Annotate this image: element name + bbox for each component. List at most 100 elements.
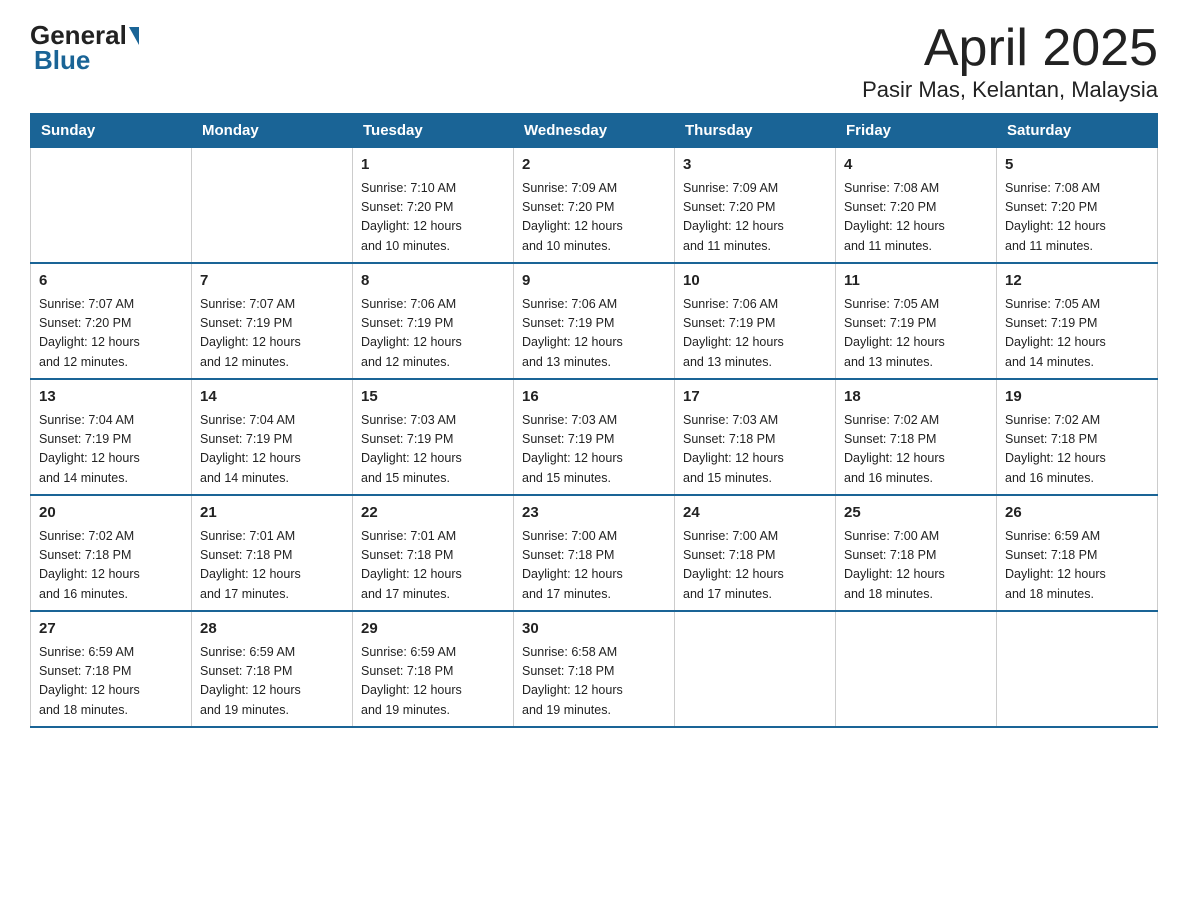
table-row: 26Sunrise: 6:59 AM Sunset: 7:18 PM Dayli… [997, 495, 1158, 611]
table-row: 2Sunrise: 7:09 AM Sunset: 7:20 PM Daylig… [514, 148, 675, 264]
day-info: Sunrise: 7:05 AM Sunset: 7:19 PM Dayligh… [1005, 295, 1149, 373]
day-number: 7 [200, 270, 344, 293]
day-info: Sunrise: 7:03 AM Sunset: 7:19 PM Dayligh… [522, 411, 666, 489]
day-info: Sunrise: 7:03 AM Sunset: 7:19 PM Dayligh… [361, 411, 505, 489]
calendar-week-row: 1Sunrise: 7:10 AM Sunset: 7:20 PM Daylig… [31, 148, 1158, 264]
table-row: 22Sunrise: 7:01 AM Sunset: 7:18 PM Dayli… [353, 495, 514, 611]
day-number: 20 [39, 502, 183, 525]
table-row: 1Sunrise: 7:10 AM Sunset: 7:20 PM Daylig… [353, 148, 514, 264]
col-friday: Friday [836, 114, 997, 148]
day-info: Sunrise: 7:06 AM Sunset: 7:19 PM Dayligh… [361, 295, 505, 373]
day-number: 30 [522, 618, 666, 641]
table-row: 24Sunrise: 7:00 AM Sunset: 7:18 PM Dayli… [675, 495, 836, 611]
day-number: 17 [683, 386, 827, 409]
table-row: 15Sunrise: 7:03 AM Sunset: 7:19 PM Dayli… [353, 379, 514, 495]
table-row [997, 611, 1158, 727]
table-row: 3Sunrise: 7:09 AM Sunset: 7:20 PM Daylig… [675, 148, 836, 264]
table-row: 13Sunrise: 7:04 AM Sunset: 7:19 PM Dayli… [31, 379, 192, 495]
table-row: 20Sunrise: 7:02 AM Sunset: 7:18 PM Dayli… [31, 495, 192, 611]
day-info: Sunrise: 7:08 AM Sunset: 7:20 PM Dayligh… [844, 179, 988, 257]
day-number: 2 [522, 154, 666, 177]
table-row: 8Sunrise: 7:06 AM Sunset: 7:19 PM Daylig… [353, 263, 514, 379]
logo-triangle-icon [129, 27, 139, 45]
calendar-week-row: 13Sunrise: 7:04 AM Sunset: 7:19 PM Dayli… [31, 379, 1158, 495]
day-info: Sunrise: 7:01 AM Sunset: 7:18 PM Dayligh… [361, 527, 505, 605]
day-number: 28 [200, 618, 344, 641]
day-number: 13 [39, 386, 183, 409]
day-number: 8 [361, 270, 505, 293]
table-row: 28Sunrise: 6:59 AM Sunset: 7:18 PM Dayli… [192, 611, 353, 727]
day-number: 16 [522, 386, 666, 409]
logo-blue-text: Blue [34, 45, 90, 76]
day-info: Sunrise: 7:02 AM Sunset: 7:18 PM Dayligh… [1005, 411, 1149, 489]
table-row [192, 148, 353, 264]
col-monday: Monday [192, 114, 353, 148]
day-number: 14 [200, 386, 344, 409]
day-info: Sunrise: 7:00 AM Sunset: 7:18 PM Dayligh… [683, 527, 827, 605]
calendar-week-row: 27 Sunrise: 6:59 AM Sunset: 7:18 PM Dayli… [31, 611, 1158, 727]
table-row: 19Sunrise: 7:02 AM Sunset: 7:18 PM Dayli… [997, 379, 1158, 495]
day-info: Sunrise: 6:59 AM Sunset: 7:18 PM Dayligh… [200, 643, 344, 721]
day-number: 4 [844, 154, 988, 177]
day-info: Sunrise: 7:02 AM Sunset: 7:18 PM Dayligh… [39, 527, 183, 605]
col-thursday: Thursday [675, 114, 836, 148]
day-info: Sunrise: 7:02 AM Sunset: 7:18 PM Dayligh… [844, 411, 988, 489]
calendar-week-row: 6Sunrise: 7:07 AM Sunset: 7:20 PM Daylig… [31, 263, 1158, 379]
table-row: 9Sunrise: 7:06 AM Sunset: 7:19 PM Daylig… [514, 263, 675, 379]
table-row: 25Sunrise: 7:00 AM Sunset: 7:18 PM Dayli… [836, 495, 997, 611]
day-info: Sunrise: 7:08 AM Sunset: 7:20 PM Dayligh… [1005, 179, 1149, 257]
day-number: 19 [1005, 386, 1149, 409]
col-sunday: Sunday [31, 114, 192, 148]
col-tuesday: Tuesday [353, 114, 514, 148]
table-row: 18Sunrise: 7:02 AM Sunset: 7:18 PM Dayli… [836, 379, 997, 495]
page-header: General Blue April 2025 Pasir Mas, Kelan… [30, 20, 1158, 103]
day-info: Sunrise: 7:00 AM Sunset: 7:18 PM Dayligh… [844, 527, 988, 605]
table-row: 17Sunrise: 7:03 AM Sunset: 7:18 PM Dayli… [675, 379, 836, 495]
table-row: 4Sunrise: 7:08 AM Sunset: 7:20 PM Daylig… [836, 148, 997, 264]
table-row: 27Sunrise: 6:59 AM Sunset: 7:18 PM Dayli… [31, 611, 192, 727]
table-row: 12Sunrise: 7:05 AM Sunset: 7:19 PM Dayli… [997, 263, 1158, 379]
day-number: 25 [844, 502, 988, 525]
col-wednesday: Wednesday [514, 114, 675, 148]
day-number: 15 [361, 386, 505, 409]
table-row: 14Sunrise: 7:04 AM Sunset: 7:19 PM Dayli… [192, 379, 353, 495]
day-number: 21 [200, 502, 344, 525]
day-number: 27 [39, 618, 183, 641]
day-number: 1 [361, 154, 505, 177]
table-row: 10Sunrise: 7:06 AM Sunset: 7:19 PM Dayli… [675, 263, 836, 379]
day-info: Sunrise: 6:59 AM Sunset: 7:18 PM Dayligh… [1005, 527, 1149, 605]
day-info: Sunrise: 7:06 AM Sunset: 7:19 PM Dayligh… [522, 295, 666, 373]
day-info: Sunrise: 7:09 AM Sunset: 7:20 PM Dayligh… [522, 179, 666, 257]
day-info: Sunrise: 7:10 AM Sunset: 7:20 PM Dayligh… [361, 179, 505, 257]
day-info: Sunrise: 7:05 AM Sunset: 7:19 PM Dayligh… [844, 295, 988, 373]
table-row: 6Sunrise: 7:07 AM Sunset: 7:20 PM Daylig… [31, 263, 192, 379]
table-row: 16Sunrise: 7:03 AM Sunset: 7:19 PM Dayli… [514, 379, 675, 495]
table-row: 23Sunrise: 7:00 AM Sunset: 7:18 PM Dayli… [514, 495, 675, 611]
logo: General Blue [30, 20, 141, 76]
table-row: 5Sunrise: 7:08 AM Sunset: 7:20 PM Daylig… [997, 148, 1158, 264]
day-number: 18 [844, 386, 988, 409]
day-info: Sunrise: 7:09 AM Sunset: 7:20 PM Dayligh… [683, 179, 827, 257]
day-info: Sunrise: 7:07 AM Sunset: 7:19 PM Dayligh… [200, 295, 344, 373]
title-block: April 2025 Pasir Mas, Kelantan, Malaysia [862, 20, 1158, 103]
col-saturday: Saturday [997, 114, 1158, 148]
day-number: 29 [361, 618, 505, 641]
day-number: 9 [522, 270, 666, 293]
day-number: 6 [39, 270, 183, 293]
calendar-week-row: 20Sunrise: 7:02 AM Sunset: 7:18 PM Dayli… [31, 495, 1158, 611]
table-row: 11Sunrise: 7:05 AM Sunset: 7:19 PM Dayli… [836, 263, 997, 379]
day-info: Sunrise: 7:00 AM Sunset: 7:18 PM Dayligh… [522, 527, 666, 605]
day-number: 26 [1005, 502, 1149, 525]
day-number: 24 [683, 502, 827, 525]
day-info: Sunrise: 7:01 AM Sunset: 7:18 PM Dayligh… [200, 527, 344, 605]
table-row: 21Sunrise: 7:01 AM Sunset: 7:18 PM Dayli… [192, 495, 353, 611]
table-row: 29Sunrise: 6:59 AM Sunset: 7:18 PM Dayli… [353, 611, 514, 727]
calendar-table: Sunday Monday Tuesday Wednesday Thursday… [30, 113, 1158, 728]
day-info: Sunrise: 7:06 AM Sunset: 7:19 PM Dayligh… [683, 295, 827, 373]
calendar-header-row: Sunday Monday Tuesday Wednesday Thursday… [31, 114, 1158, 148]
day-info: Sunrise: 6:59 AM Sunset: 7:18 PM Dayligh… [361, 643, 505, 721]
day-number: 12 [1005, 270, 1149, 293]
table-row [836, 611, 997, 727]
day-number: 5 [1005, 154, 1149, 177]
day-number: 23 [522, 502, 666, 525]
